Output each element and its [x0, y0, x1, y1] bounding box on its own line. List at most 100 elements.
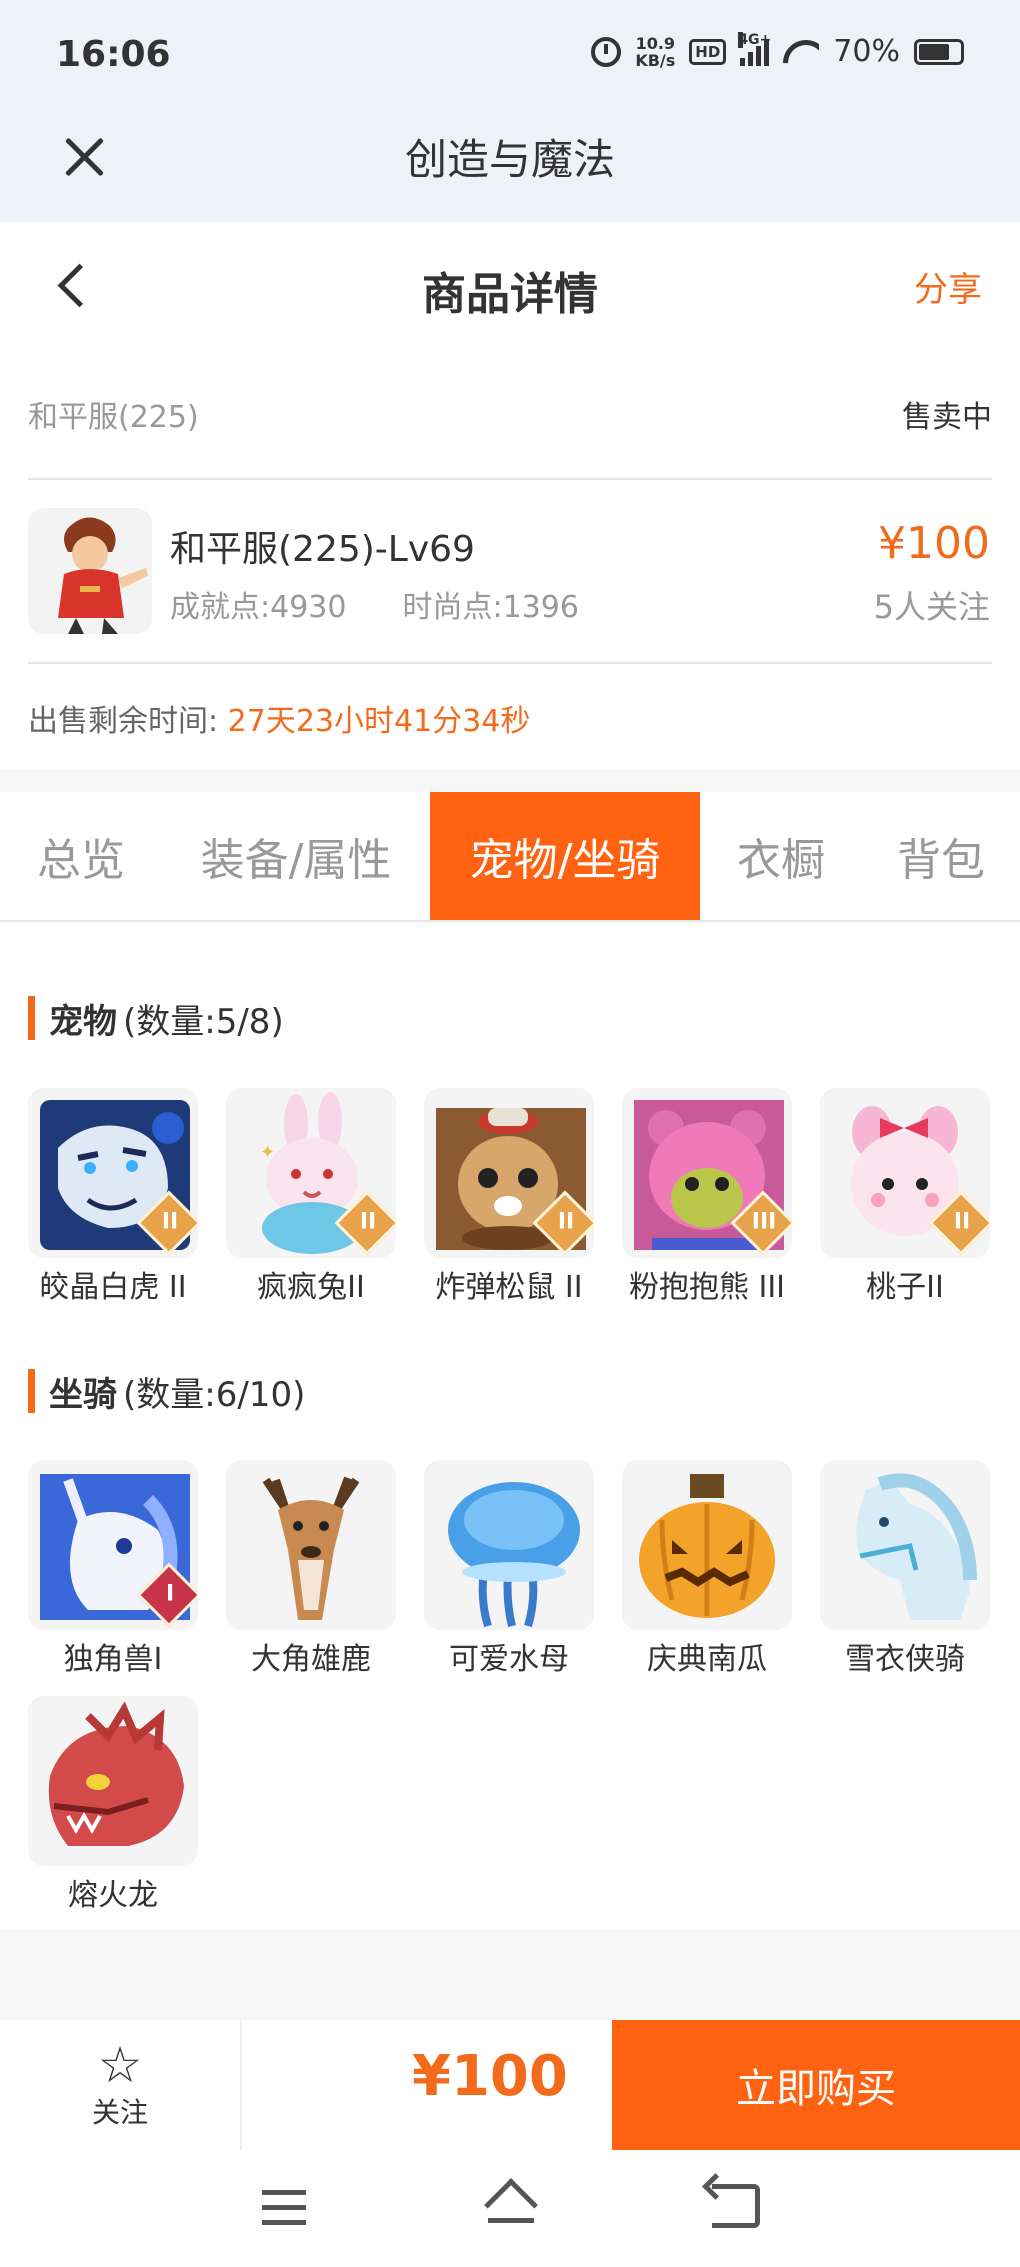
pet-image: II	[820, 1088, 990, 1258]
mounts-section-title: 坐骑 (数量:6/10)	[28, 1366, 305, 1416]
network-speed: 10.9 KB/s	[635, 35, 675, 69]
battery-icon	[914, 38, 964, 65]
status-time: 16:06	[56, 34, 171, 75]
mount-image	[424, 1460, 594, 1630]
pet-image: ✦ II	[226, 1088, 396, 1258]
back-nav-icon[interactable]	[712, 2184, 760, 2228]
share-button[interactable]: 分享	[914, 262, 982, 311]
status-bar: 16:06 10.9 KB/s HD 4G+ 70%	[0, 0, 1020, 112]
tab-backpack[interactable]: 背包	[862, 792, 1020, 920]
pet-card[interactable]: II 皎晶白虎 II	[28, 1088, 198, 1306]
status-icons: 10.9 KB/s HD 4G+ 70%	[591, 31, 964, 69]
mount-card[interactable]: 可爱水母	[424, 1460, 594, 1678]
pet-name: 皎晶白虎 II	[39, 1270, 187, 1305]
pet-name: 炸弹松鼠 II	[435, 1270, 583, 1305]
mount-card[interactable]: 熔火龙	[28, 1696, 198, 1914]
tab-pets-mounts[interactable]: 宠物/坐骑	[430, 792, 700, 920]
remaining-time-value: 27天23小时41分34秒	[227, 704, 531, 739]
pets-count: (数量:5/8)	[123, 1001, 284, 1042]
signal-icon: 4G+	[738, 31, 771, 66]
remaining-time-row: 出售剩余时间: 27天23小时41分34秒	[28, 696, 530, 740]
fashion-points: 时尚点:1396	[402, 590, 579, 625]
pet-card[interactable]: II 炸弹松鼠 II	[424, 1088, 594, 1306]
grade-text: II	[161, 1209, 179, 1235]
tab-equipment[interactable]: 装备/属性	[162, 792, 430, 920]
pet-name: 桃子II	[866, 1270, 944, 1305]
section-accent-bar	[28, 996, 35, 1040]
sale-status: 售卖中	[902, 400, 992, 435]
character-row[interactable]: 和平服(225)-Lv69 成就点:4930 时尚点:1396 ¥100 5人关…	[0, 482, 1020, 662]
pet-image: III	[622, 1088, 792, 1258]
wifi-icon	[783, 38, 819, 66]
server-name: 和平服(225)	[28, 400, 199, 435]
star-icon: ☆	[97, 2036, 143, 2094]
remaining-time-label: 出售剩余时间:	[28, 704, 219, 739]
mount-image	[226, 1460, 396, 1630]
pet-card[interactable]: ✦ II 疯疯兔II	[226, 1088, 396, 1306]
pets-title: 宠物	[49, 1001, 117, 1042]
alarm-icon	[591, 36, 622, 67]
mount-name: 大角雄鹿	[251, 1642, 371, 1677]
pet-name: 粉抱抱熊 III	[628, 1270, 786, 1305]
mount-name: 可爱水母	[449, 1642, 569, 1677]
mount-card[interactable]: I 独角兽I	[28, 1460, 198, 1678]
section-accent-bar	[28, 1369, 35, 1413]
grade-text: II	[359, 1209, 377, 1235]
pets-section-title: 宠物 (数量:5/8)	[28, 993, 284, 1043]
character-name: 和平服(225)-Lv69	[170, 529, 475, 570]
mount-image	[820, 1460, 990, 1630]
network-speed-value: 10.9	[635, 33, 676, 53]
mount-card[interactable]: 大角雄鹿	[226, 1460, 396, 1678]
pet-card[interactable]: II 桃子II	[820, 1088, 990, 1306]
mount-image	[622, 1460, 792, 1630]
section-gap	[0, 770, 1020, 792]
follow-label: 关注	[91, 2096, 148, 2129]
buy-now-button[interactable]: 立即购买	[612, 2020, 1020, 2150]
divider	[28, 662, 992, 664]
pet-card[interactable]: III 粉抱抱熊 III	[622, 1088, 792, 1306]
network-speed-unit: KB/s	[635, 50, 676, 70]
grade-text: II	[953, 1209, 971, 1235]
pet-image: II	[28, 1088, 198, 1258]
character-stats: 成就点:4930 时尚点:1396	[170, 582, 579, 626]
mount-image	[28, 1696, 198, 1866]
footer-price: ¥100	[412, 2044, 568, 2109]
mount-image: I	[28, 1460, 198, 1630]
system-nav-bar	[0, 2150, 1020, 2267]
tab-overview[interactable]: 总览	[0, 792, 162, 920]
mounts-count: (数量:6/10)	[123, 1374, 306, 1415]
server-row: 和平服(225) 售卖中	[0, 352, 1020, 482]
webview-bar: 创造与魔法	[0, 112, 1020, 222]
home-icon[interactable]	[484, 2178, 538, 2232]
bottom-spacer	[0, 1930, 1020, 2020]
page-title: 商品详情	[422, 269, 598, 320]
network-type: 4G+	[738, 31, 772, 48]
pet-name: 疯疯兔II	[257, 1270, 365, 1305]
battery-percent: 70%	[833, 34, 900, 69]
listing-price: ¥100	[878, 518, 990, 569]
grade-text: II	[557, 1209, 575, 1235]
mount-card[interactable]: 庆典南瓜	[622, 1460, 792, 1678]
character-avatar	[28, 508, 152, 634]
grade-text: I	[165, 1581, 175, 1607]
mount-name: 庆典南瓜	[647, 1642, 767, 1677]
tab-wardrobe[interactable]: 衣橱	[700, 792, 862, 920]
pet-image: II	[424, 1088, 594, 1258]
divider	[28, 478, 992, 480]
follow-button[interactable]: ☆ 关注	[0, 2020, 242, 2150]
followers-count: 5人关注	[873, 588, 990, 626]
mount-name: 独角兽I	[63, 1642, 163, 1677]
grade-text: III	[751, 1209, 777, 1235]
mount-card[interactable]: 雪衣侠骑	[820, 1460, 990, 1678]
svg-text:✦: ✦	[260, 1142, 275, 1163]
tab-bar: 总览 装备/属性 宠物/坐骑 衣橱 背包	[0, 792, 1020, 922]
hd-icon: HD	[689, 38, 727, 65]
menu-icon[interactable]	[262, 2190, 306, 2226]
mount-name: 熔火龙	[68, 1878, 158, 1913]
page-header: 商品详情 分享	[0, 222, 1020, 352]
achievement-points: 成就点:4930	[170, 590, 347, 625]
webview-title: 创造与魔法	[404, 135, 615, 184]
mount-name: 雪衣侠骑	[845, 1642, 965, 1677]
mounts-title: 坐骑	[49, 1374, 117, 1415]
purchase-bar: ☆ 关注 ¥100 立即购买	[0, 2020, 1020, 2150]
